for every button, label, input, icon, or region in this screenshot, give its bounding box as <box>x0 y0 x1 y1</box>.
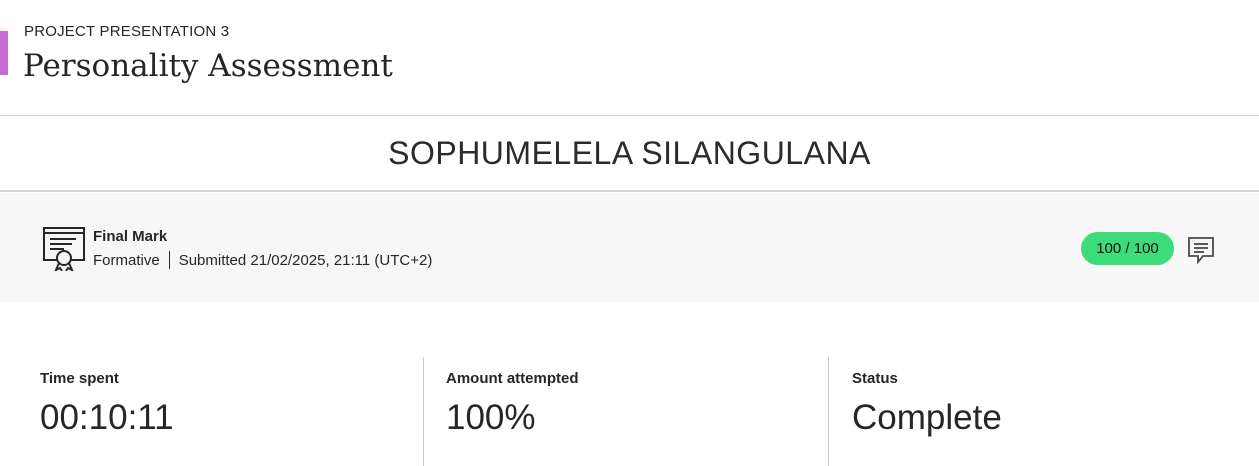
score-badge[interactable]: 100 / 100 <box>1081 232 1174 265</box>
stat-label: Time spent <box>40 370 119 387</box>
grade-type: Formative <box>93 251 160 269</box>
stat-label: Status <box>852 370 898 387</box>
submitted-date: Submitted 21/02/2025, 21:11 (UTC+2) <box>178 251 433 269</box>
stat-value: 00:10:11 <box>40 398 174 437</box>
page-title: Personality Assessment <box>23 48 393 84</box>
stat-divider <box>423 357 424 466</box>
stat-value: Complete <box>852 398 1002 437</box>
accent-bar <box>0 31 8 75</box>
stat-divider <box>828 357 829 466</box>
stat-time-spent: Time spent 00:10:11 <box>40 357 420 466</box>
stat-status: Status Complete <box>852 357 1232 466</box>
grade-meta: Formative Submitted 21/02/2025, 21:11 (U… <box>93 251 432 269</box>
page-header: PROJECT PRESENTATION 3 Personality Asses… <box>0 0 1259 116</box>
certificate-icon <box>42 225 86 273</box>
stat-label: Amount attempted <box>446 370 579 387</box>
page-eyebrow: PROJECT PRESENTATION 3 <box>24 23 230 40</box>
grade-title: Final Mark <box>93 228 168 245</box>
meta-separator <box>168 251 170 269</box>
student-name: SOPHUMELELA SILANGULANA <box>388 135 871 171</box>
stat-value: 100% <box>446 398 536 437</box>
grade-panel <box>0 193 1259 302</box>
feedback-icon[interactable] <box>1186 235 1216 265</box>
stat-amount-attempted: Amount attempted 100% <box>446 357 826 466</box>
